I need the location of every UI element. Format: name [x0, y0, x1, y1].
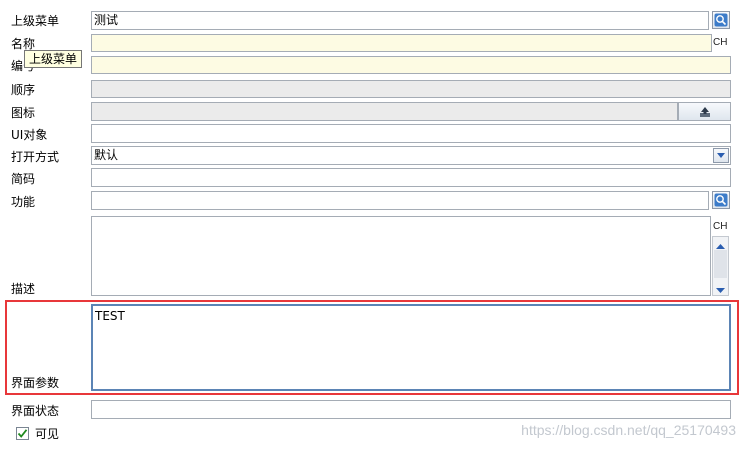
- dropdown-arrow-icon: [717, 153, 725, 158]
- lookup-icon: [714, 13, 728, 27]
- name-ch-indicator[interactable]: CH: [713, 37, 727, 49]
- function-input[interactable]: [91, 191, 709, 210]
- parent-menu-lookup-button[interactable]: [712, 11, 730, 29]
- scroll-down-button[interactable]: [715, 283, 726, 297]
- description-textarea[interactable]: [91, 216, 711, 296]
- ui-state-input[interactable]: [91, 400, 731, 419]
- lookup-icon: [714, 193, 728, 207]
- description-scrollbar[interactable]: [712, 236, 729, 296]
- checkbox-check-icon: [17, 429, 28, 438]
- description-label: 描述: [11, 282, 36, 296]
- ui-params-label: 界面参数: [11, 376, 60, 390]
- ui-object-label: UI对象: [11, 128, 48, 142]
- visible-checkbox[interactable]: [16, 427, 29, 440]
- scroll-up-icon: [716, 244, 725, 249]
- short-code-label: 简码: [11, 172, 36, 186]
- parent-menu-input[interactable]: 测试: [91, 11, 709, 30]
- parent-menu-label: 上级菜单: [11, 14, 60, 28]
- function-label: 功能: [11, 195, 36, 209]
- short-code-input[interactable]: [91, 168, 731, 187]
- ui-params-textarea[interactable]: TEST: [91, 304, 731, 391]
- description-ch-indicator[interactable]: CH: [713, 221, 727, 233]
- visible-label: 可见: [35, 427, 60, 441]
- upload-icon: [699, 106, 710, 117]
- icon-upload-button[interactable]: [678, 102, 731, 121]
- scroll-thumb[interactable]: [714, 250, 727, 278]
- icon-label: 图标: [11, 106, 36, 120]
- order-label: 顺序: [11, 83, 36, 97]
- name-input[interactable]: [91, 34, 712, 52]
- code-input[interactable]: [91, 56, 731, 74]
- ui-state-label: 界面状态: [11, 404, 60, 418]
- open-mode-select[interactable]: 默认: [91, 146, 731, 165]
- icon-input[interactable]: [91, 102, 678, 121]
- watermark-text: https://blog.csdn.net/qq_25170493: [521, 422, 736, 438]
- ui-object-input[interactable]: [91, 124, 731, 143]
- order-input[interactable]: [91, 80, 731, 98]
- open-mode-dropdown-button[interactable]: [713, 148, 729, 163]
- scroll-down-icon: [716, 288, 725, 293]
- parent-menu-tooltip: 上级菜单: [24, 50, 83, 68]
- open-mode-label: 打开方式: [11, 150, 60, 164]
- function-lookup-button[interactable]: [712, 191, 730, 209]
